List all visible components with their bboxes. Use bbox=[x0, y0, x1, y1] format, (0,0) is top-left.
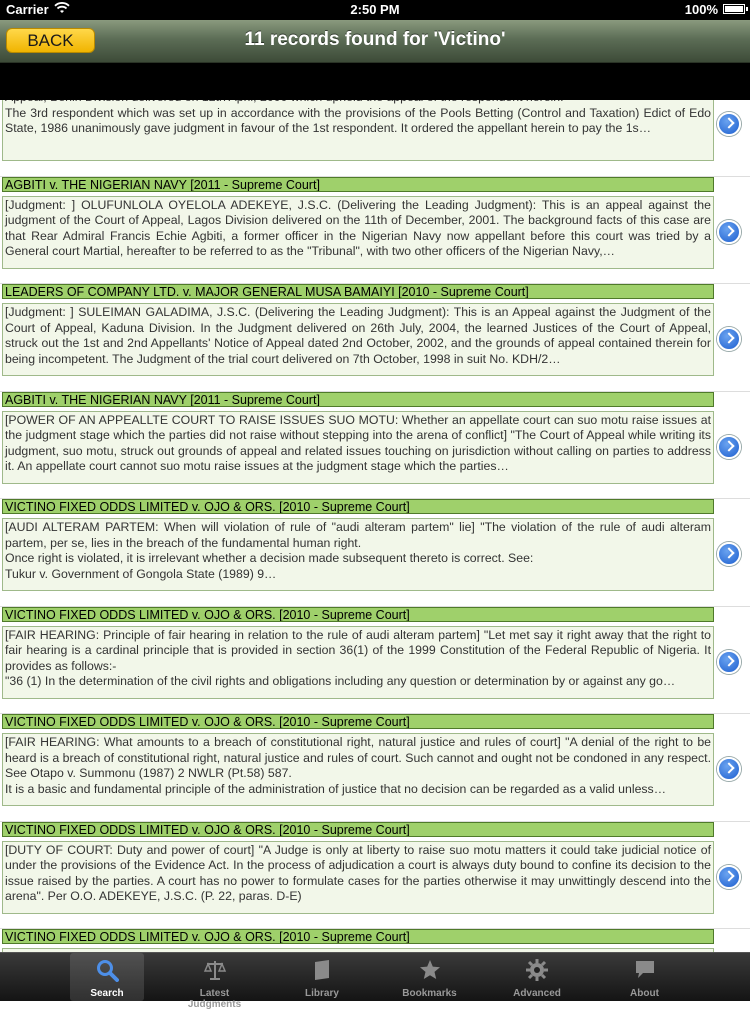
tab-search[interactable]: Search bbox=[70, 953, 144, 1001]
chat-icon bbox=[633, 958, 657, 982]
snippet-paragraph: The 3rd respondent which was set up in a… bbox=[5, 105, 711, 136]
snippet-paragraph: [DUTY OF COURT: Duty and power of court]… bbox=[5, 842, 711, 904]
tab-label: Search bbox=[90, 988, 124, 999]
case-heading: VICTINO FIXED ODDS LIMITED v. OJO & ORS.… bbox=[2, 821, 714, 837]
library-icon bbox=[310, 958, 334, 982]
star-icon bbox=[418, 958, 442, 982]
detail-disclosure-icon[interactable] bbox=[717, 434, 741, 459]
result-row[interactable]: VICTINO FIXED ODDS LIMITED v. OJO & ORS.… bbox=[0, 606, 750, 714]
snippet-paragraph: [FAIR HEARING: Principle of fair hearing… bbox=[5, 627, 711, 673]
result-row[interactable]: VICTINO FIXED ODDS LIMITED v. OJO & ORS.… bbox=[0, 821, 750, 929]
case-snippet: [FAIR HEARING: What amounts to a breach … bbox=[2, 733, 714, 806]
result-row[interactable]: LEADERS OF COMPANY LTD. v. MAJOR GENERAL… bbox=[0, 284, 750, 392]
tab-advanced[interactable]: Advanced bbox=[500, 953, 574, 1001]
search-icon bbox=[95, 958, 119, 982]
status-time: 2:50 PM bbox=[350, 2, 400, 17]
detail-disclosure-icon[interactable] bbox=[717, 864, 741, 889]
snippet-paragraph: Once right is violated, it is irrelevant… bbox=[5, 551, 534, 565]
case-heading: VICTINO FIXED ODDS LIMITED v. OJO & ORS.… bbox=[2, 929, 714, 944]
navigation-bar: BACK 11 records found for 'Victino' bbox=[0, 20, 750, 63]
detail-disclosure-icon[interactable] bbox=[717, 327, 741, 351]
case-heading: LEADERS OF COMPANY LTD. v. MAJOR GENERAL… bbox=[2, 284, 714, 299]
case-heading: VICTINO FIXED ODDS LIMITED v. OJO & ORS.… bbox=[2, 714, 714, 729]
case-snippet: [Judgment: ] OLUFUNLOLA OYELOLA ADEKEYE,… bbox=[2, 195, 714, 269]
page-title: 11 records found for 'Victino' bbox=[244, 29, 506, 50]
tab-latest-judgments[interactable]: Latest Judgments bbox=[178, 953, 252, 1010]
tab-bookmarks[interactable]: Bookmarks bbox=[393, 953, 467, 1001]
detail-disclosure-icon[interactable] bbox=[717, 542, 741, 566]
case-snippet: [Judgment: ] SULEIMAN GALADIMA, J.S.C. (… bbox=[2, 303, 714, 376]
result-row[interactable]: AGBITI v. THE NIGERIAN NAVY [2011 - Supr… bbox=[0, 176, 750, 284]
detail-disclosure-icon[interactable] bbox=[717, 757, 741, 781]
snippet-paragraph: "36 (1) In the determination of the civi… bbox=[5, 674, 676, 688]
result-row[interactable]: VICTINO FIXED ODDS LIMITED v. OJO & ORS.… bbox=[0, 499, 750, 607]
toolbar-strip bbox=[0, 63, 750, 100]
detail-disclosure-icon[interactable] bbox=[717, 219, 741, 244]
result-row[interactable]: Appeal, Benin Division delivered on 12th… bbox=[0, 100, 750, 177]
tab-label: About bbox=[630, 988, 659, 999]
battery-icon bbox=[723, 4, 748, 14]
tab-bar: Search Latest Judgments Library Bookmarks Ad… bbox=[0, 952, 750, 1010]
case-heading: VICTINO FIXED ODDS LIMITED v. OJO & ORS.… bbox=[2, 499, 714, 514]
snippet-paragraph: It is a basic and fundamental principle … bbox=[5, 781, 666, 796]
case-heading: AGBITI v. THE NIGERIAN NAVY [2011 - Supr… bbox=[2, 391, 714, 407]
case-heading: VICTINO FIXED ODDS LIMITED v. OJO & ORS.… bbox=[2, 606, 714, 622]
case-snippet: [FAIR HEARING: Principle of fair hearing… bbox=[2, 625, 714, 699]
results-list[interactable]: Appeal, Benin Division delivered on 12th… bbox=[0, 100, 750, 952]
snippet-paragraph: [Judgment: ] SULEIMAN GALADIMA, J.S.C. (… bbox=[5, 305, 711, 366]
detail-disclosure-icon[interactable] bbox=[717, 112, 741, 136]
snippet-paragraph: Tukur v. Government of Gongola State (19… bbox=[5, 566, 277, 581]
snippet-paragraph: [FAIR HEARING: What amounts to a breach … bbox=[5, 735, 711, 780]
result-row[interactable]: VICTINO FIXED ODDS LIMITED v. OJO & ORS.… bbox=[0, 714, 750, 822]
scales-icon bbox=[203, 958, 227, 982]
tab-about[interactable]: About bbox=[608, 953, 682, 1001]
case-snippet: [DUTY OF COURT: Duty and power of court]… bbox=[2, 840, 714, 914]
status-bar: Carrier 2:50 PM 100% bbox=[0, 0, 750, 20]
snippet-paragraph: [POWER OF AN APPEALLTE COURT TO RAISE IS… bbox=[5, 412, 711, 474]
tab-label: Advanced bbox=[513, 988, 561, 999]
battery-percent: 100% bbox=[684, 2, 718, 17]
case-snippet: [POWER OF AN APPEALLTE COURT TO RAISE IS… bbox=[2, 410, 714, 484]
snippet-paragraph: [Judgment: ] OLUFUNLOLA OYELOLA ADEKEYE,… bbox=[5, 197, 711, 259]
detail-disclosure-icon[interactable] bbox=[717, 649, 741, 674]
case-snippet: [AUDI ALTERAM PARTEM: When will violatio… bbox=[2, 518, 714, 591]
tab-label: Latest Judgments bbox=[187, 988, 242, 1010]
case-heading: AGBITI v. THE NIGERIAN NAVY [2011 - Supr… bbox=[2, 176, 714, 192]
tab-label: Library bbox=[305, 988, 339, 999]
result-row[interactable]: VICTINO FIXED ODDS LIMITED v. OJO & ORS.… bbox=[0, 929, 750, 952]
gear-icon bbox=[525, 958, 549, 982]
tab-label: Bookmarks bbox=[402, 988, 457, 999]
snippet-paragraph: [AUDI ALTERAM PARTEM: When will violatio… bbox=[5, 520, 711, 550]
tab-library[interactable]: Library bbox=[285, 953, 359, 1001]
case-snippet: Appeal, Benin Division delivered on 12th… bbox=[2, 100, 714, 161]
result-row[interactable]: AGBITI v. THE NIGERIAN NAVY [2011 - Supr… bbox=[0, 391, 750, 499]
